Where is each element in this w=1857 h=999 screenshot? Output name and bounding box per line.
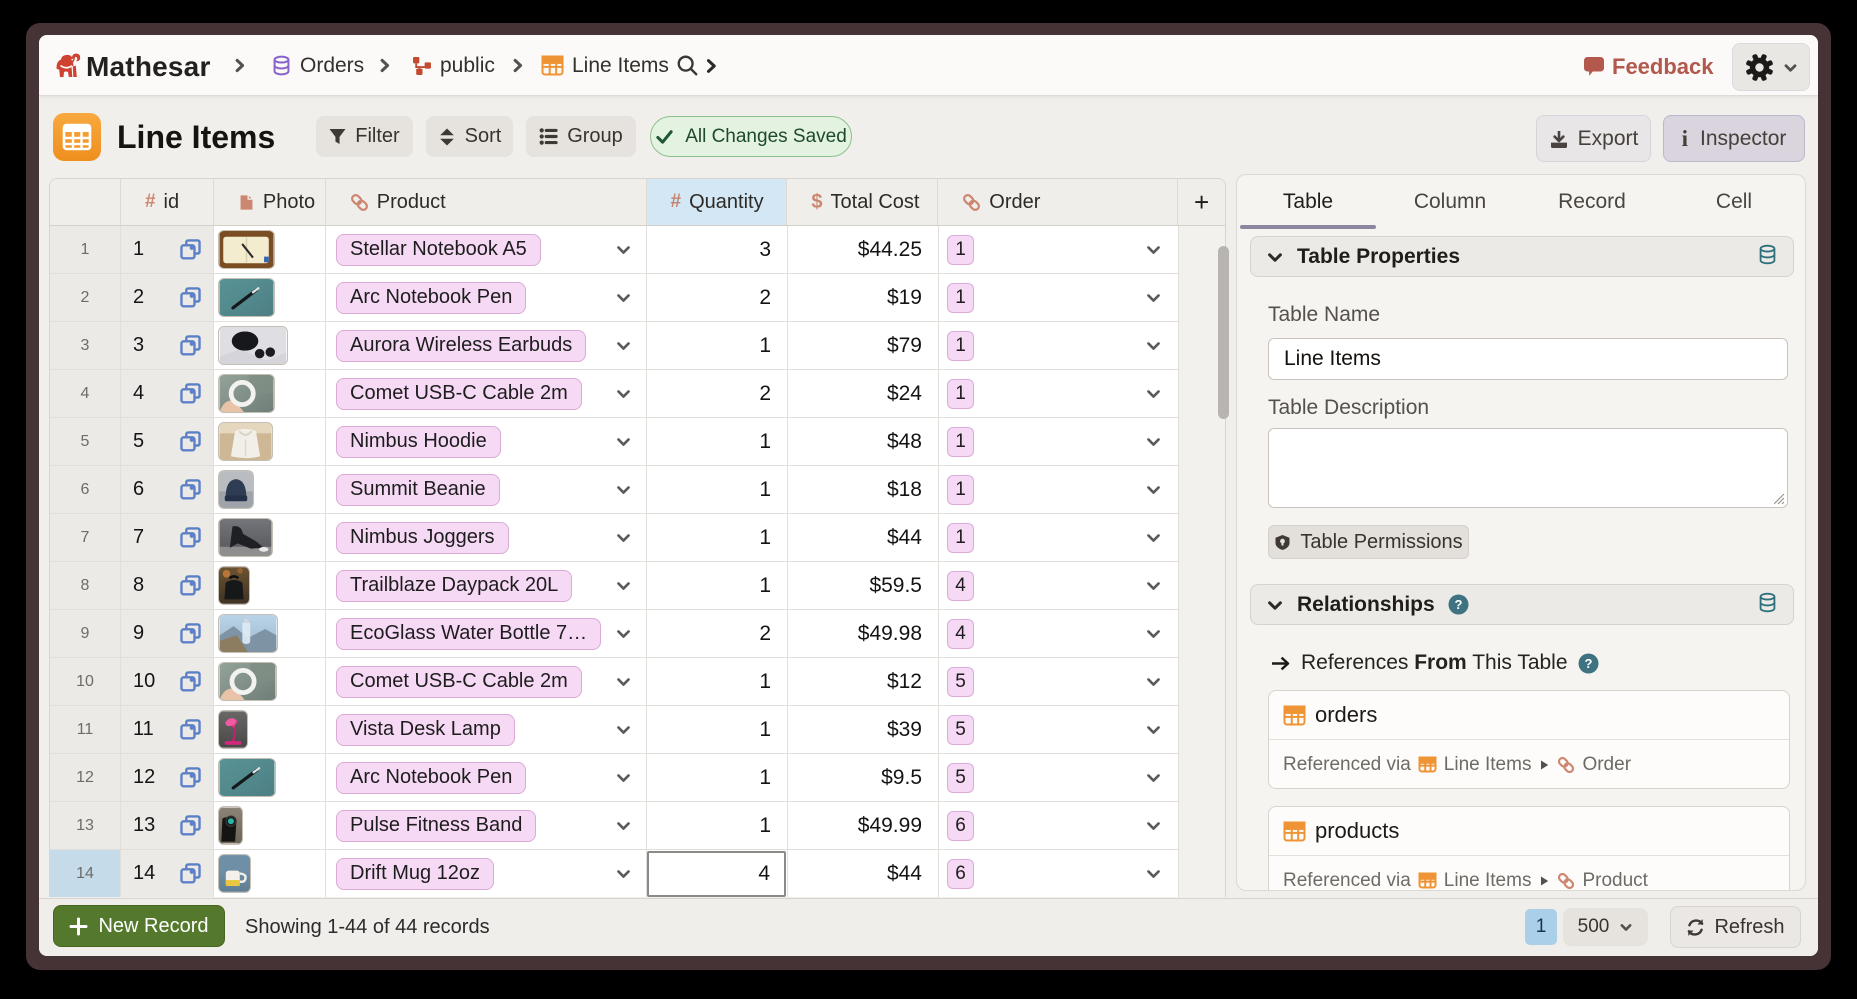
svg-text:?: ? xyxy=(1584,656,1592,671)
svg-text:?: ? xyxy=(1454,597,1462,612)
